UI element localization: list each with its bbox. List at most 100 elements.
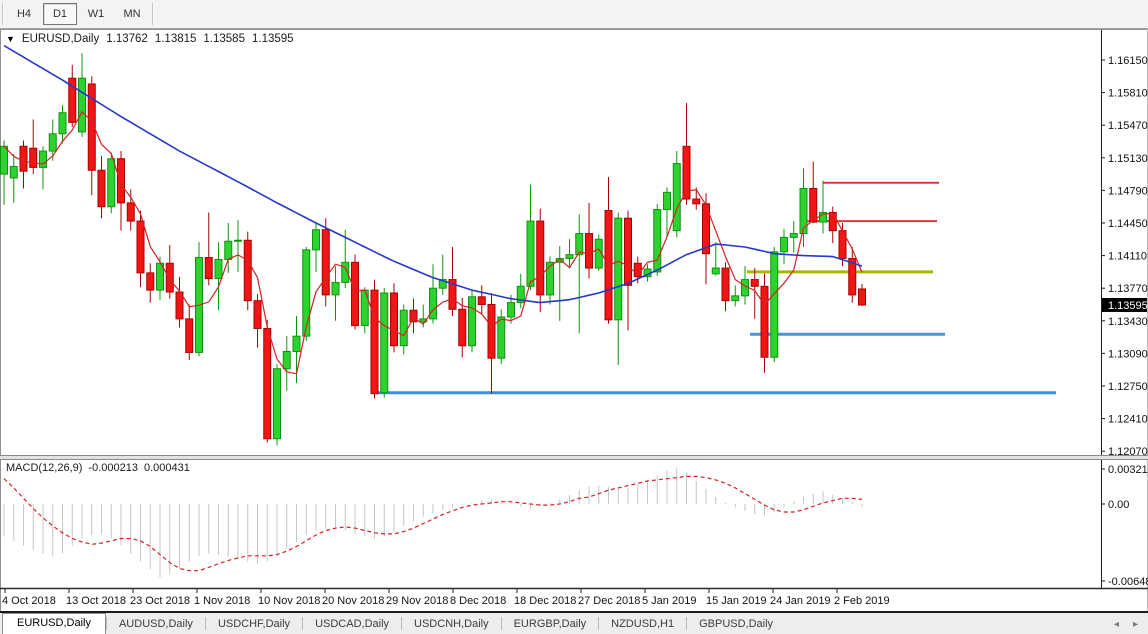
toolbar-separator — [152, 3, 154, 25]
terminal-window: H4D1W1MN 1.161501.158101.154701.151301.1… — [0, 0, 1148, 634]
price-tick-label: 1.13090 — [1108, 348, 1148, 360]
candle-body — [654, 210, 661, 272]
candle-body — [186, 319, 193, 353]
candle-body — [459, 309, 466, 345]
candle-body — [391, 293, 398, 346]
date-tick-label: 27 Dec 2018 — [578, 595, 640, 607]
candle-body — [79, 78, 86, 132]
date-tick-label: 20 Nov 2018 — [322, 595, 384, 607]
candle-body — [859, 289, 866, 305]
candle-body — [40, 151, 47, 167]
timeframe-button-d1[interactable]: D1 — [43, 3, 77, 25]
date-tick-label: 1 Nov 2018 — [194, 595, 250, 607]
candle-body — [673, 164, 680, 231]
date-tick-label: 15 Jan 2019 — [706, 595, 767, 607]
candle-body — [49, 134, 56, 151]
candle-body — [225, 241, 232, 259]
date-tick-label: 4 Oct 2018 — [2, 595, 56, 607]
current-price-value: 1.13595 — [1108, 300, 1148, 312]
tab-scroll-right-icon[interactable]: ▸ — [1133, 619, 1138, 630]
candle-body — [693, 199, 700, 204]
candle-body — [586, 234, 593, 269]
symbol-tab-audusd-daily[interactable]: AUDUSD,Daily — [107, 615, 205, 634]
symbol-tab-eurusd-daily[interactable]: EURUSD,Daily — [2, 613, 106, 634]
symbol-tab-gbpusd-daily[interactable]: GBPUSD,Daily — [687, 615, 785, 634]
chart-canvas[interactable]: 1.161501.158101.154701.151301.147901.144… — [0, 0, 1148, 634]
macd-signal-value: 0.000431 — [144, 462, 190, 474]
symbol-tab-usdchf-daily[interactable]: USDCHF,Daily — [206, 615, 302, 634]
candle-body — [527, 221, 534, 286]
date-tick-label: 13 Oct 2018 — [66, 595, 126, 607]
chart-background — [0, 29, 1148, 611]
candle-body — [810, 188, 817, 222]
price-tick-label: 1.15470 — [1108, 120, 1148, 132]
macd-axis-label: -0.006485 — [1108, 576, 1148, 588]
symbol-tab-usdcad-daily[interactable]: USDCAD,Daily — [303, 615, 401, 634]
price-tick-label: 1.15130 — [1108, 153, 1148, 165]
candle-body — [352, 262, 359, 325]
candle-body — [98, 170, 105, 206]
candle-body — [508, 303, 515, 317]
date-tick-label: 5 Jan 2019 — [642, 595, 696, 607]
price-tick-label: 1.15810 — [1108, 88, 1148, 100]
price-tick-label: 1.13430 — [1108, 316, 1148, 328]
candle-body — [712, 268, 719, 274]
symbol-tab-usdcnh-daily[interactable]: USDCNH,Daily — [402, 615, 501, 634]
candle-body — [400, 310, 407, 345]
candle-body — [751, 280, 758, 287]
symbol-tab-bar: EURUSD,DailyAUDUSD,DailyUSDCHF,DailyUSDC… — [0, 611, 1148, 634]
candle-body — [147, 273, 154, 290]
date-tick-label: 23 Oct 2018 — [130, 595, 190, 607]
candle-body — [410, 310, 417, 322]
date-tick-label: 24 Jan 2019 — [770, 595, 831, 607]
candle-body — [664, 192, 671, 209]
candle-body — [469, 297, 476, 346]
date-tick-label: 10 Nov 2018 — [258, 595, 320, 607]
candle-body — [303, 250, 310, 336]
candle-body — [800, 188, 807, 233]
candle-body — [1, 146, 8, 174]
candle-body — [498, 317, 505, 358]
candle-body — [771, 252, 778, 357]
toolbar-handle — [2, 3, 4, 25]
chart-close-value: 1.13595 — [252, 33, 294, 45]
candle-body — [322, 230, 329, 295]
panel-splitter[interactable] — [0, 456, 1148, 459]
price-tick-label: 1.13770 — [1108, 283, 1148, 295]
chart-open-value: 1.13762 — [106, 33, 148, 45]
timeframe-button-h4[interactable]: H4 — [7, 3, 41, 25]
date-tick-label: 8 Dec 2018 — [450, 595, 506, 607]
candle-body — [244, 240, 251, 300]
chart-low-value: 1.13585 — [203, 33, 245, 45]
candle-body — [215, 259, 222, 278]
candle-body — [10, 166, 17, 178]
candle-body — [30, 148, 37, 167]
candle-body — [313, 230, 320, 250]
candle-body — [332, 282, 339, 294]
collapse-triangle-icon[interactable]: ▼ — [6, 34, 15, 44]
candle-body — [781, 237, 788, 251]
candle-body — [488, 304, 495, 358]
candle-body — [381, 293, 388, 393]
candle-body — [127, 203, 134, 221]
candle-body — [722, 268, 729, 301]
tab-scroll-left-icon[interactable]: ◂ — [1114, 619, 1119, 630]
candle-body — [108, 159, 115, 207]
symbol-tab-nzdusd-h1[interactable]: NZDUSD,H1 — [599, 615, 686, 634]
candle-body — [566, 255, 573, 259]
date-tick-label: 2 Feb 2019 — [834, 595, 890, 607]
price-tick-label: 1.12410 — [1108, 414, 1148, 426]
candle-body — [732, 296, 739, 301]
timeframe-button-w1[interactable]: W1 — [79, 3, 113, 25]
price-tick-label: 1.16150 — [1108, 55, 1148, 67]
macd-axis-label: 0.00 — [1108, 499, 1129, 511]
candle-body — [537, 221, 544, 295]
price-tick-label: 1.12750 — [1108, 381, 1148, 393]
symbol-tab-eurgbp-daily[interactable]: EURGBP,Daily — [502, 615, 599, 634]
timeframe-button-mn[interactable]: MN — [115, 3, 149, 25]
macd-axis-label: 0.003216 — [1108, 464, 1148, 476]
candle-body — [137, 221, 144, 273]
candle-body — [254, 301, 261, 329]
candle-body — [761, 286, 768, 357]
candle-body — [547, 262, 554, 295]
